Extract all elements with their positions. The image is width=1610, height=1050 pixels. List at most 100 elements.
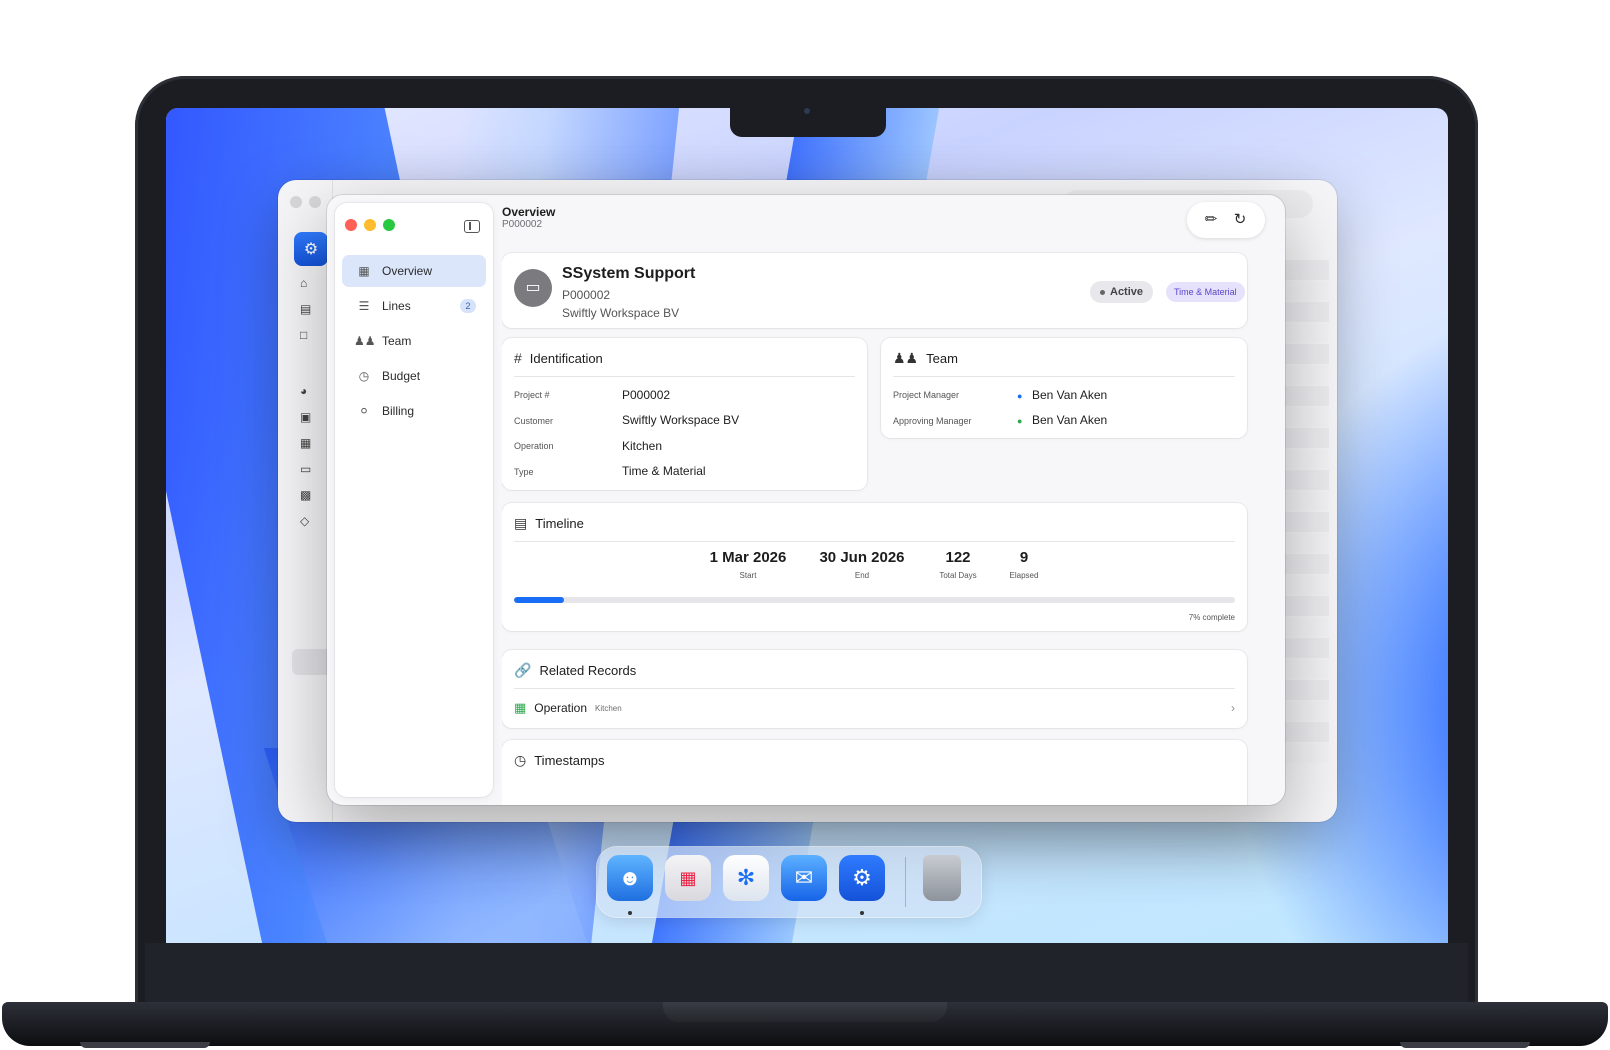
timeline-elapsed: 9 [1019, 549, 1029, 566]
close-button[interactable] [345, 219, 357, 231]
dock: ☻ ▦ ✻ ✉ ⚙ [597, 847, 981, 917]
customer-value: Swiftly Workspace BV [622, 413, 740, 427]
timeline-elapsed-caption: Elapsed [1009, 571, 1039, 580]
timeline-progress-fill [514, 597, 565, 603]
briefcase-icon[interactable]: ▣ [300, 410, 316, 426]
timeline-end-caption: End [854, 571, 870, 580]
launchpad-icon[interactable]: ▦ [665, 855, 711, 901]
project-manager-value[interactable]: ● Ben Van Aken [1017, 388, 1107, 402]
timeline-end: 30 Jun 2026 [819, 549, 905, 566]
status-badge: Active [1090, 281, 1154, 303]
toolbar: ✏ ↻ [1187, 202, 1265, 238]
timeline-card: ▤ Timeline 1 Mar 2026 Start 30 Jun 2026 … [502, 503, 1247, 631]
laptop-foot-left [80, 1042, 210, 1048]
sidebar-item-budget[interactable]: ◷ Budget [342, 360, 486, 392]
operation-label: Operation [514, 441, 554, 451]
building-icon: ▦ [514, 700, 527, 715]
dashboard-icon[interactable]: ◕ [300, 384, 316, 400]
hash-icon: # [514, 350, 522, 366]
sidebar-item-label: Overview [382, 264, 433, 278]
chevron-right-icon: › [1231, 701, 1235, 715]
app-icon[interactable]: ⚙ [839, 855, 885, 901]
team-title: ♟♟ Team [893, 350, 958, 367]
type-value: Time & Material [622, 464, 706, 478]
page-title: Overview [502, 205, 556, 219]
timestamps-card: ◷ Timestamps [502, 740, 1247, 805]
sidebar-item-label: Billing [382, 404, 415, 418]
sidebar-nav: ▦ Overview ☰ Lines 2 ♟♟ Team ◷ Budget ⚪ … [342, 255, 486, 430]
project-customer: Swiftly Workspace BV [562, 306, 680, 320]
bg-sidebar: ⚙ ⌂ ▤ □ ◕ ▣ ▦ ▭ ▩ ◇ [278, 180, 333, 822]
related-records-title-text: Related Records [539, 663, 637, 678]
lines-count-badge: 2 [460, 299, 476, 313]
timestamps-title-text: Timestamps [534, 753, 605, 768]
sidebar-toggle-icon[interactable] [464, 220, 480, 233]
related-record-sub: Kitchen [595, 703, 622, 713]
money-icon[interactable]: ▩ [300, 488, 316, 504]
bg-selected-row [292, 649, 332, 675]
timeline-progress-bar [514, 597, 1235, 603]
type-badge: Time & Material [1166, 282, 1245, 302]
related-records-card: 🔗 Related Records ▦ Operation Kitchen › [502, 650, 1247, 728]
mail-icon[interactable]: ✉ [781, 855, 827, 901]
team-title-text: Team [926, 351, 958, 366]
timeline-start: 1 Mar 2026 [709, 549, 787, 566]
sidebar-item-team[interactable]: ♟♟ Team [342, 325, 486, 357]
app-logo-icon[interactable]: ⚙ [294, 232, 328, 266]
sidebar-item-lines[interactable]: ☰ Lines 2 [342, 290, 486, 322]
project-header-card: ▭ SSystem Support P000002 Swiftly Worksp… [502, 253, 1247, 328]
project-name: SSystem Support [562, 265, 696, 282]
safari-icon[interactable]: ✻ [723, 855, 769, 901]
chat-icon[interactable]: □ [300, 328, 316, 344]
approving-manager-value[interactable]: ● Ben Van Aken [1017, 413, 1107, 427]
link-icon: 🔗 [514, 662, 532, 678]
calendar-icon: ▤ [514, 515, 528, 531]
people-icon: ♟♟ [893, 350, 919, 366]
minimize-button[interactable] [364, 219, 376, 231]
gauge-icon: ◷ [358, 369, 370, 383]
sidebar-item-label: Budget [382, 369, 421, 383]
inbox-icon[interactable]: ▤ [300, 302, 316, 318]
camera-icon [804, 108, 810, 114]
team-card: ♟♟ Team Project Manager ● Ben Van Aken Ap… [881, 338, 1247, 438]
building-icon[interactable]: ▦ [300, 436, 316, 452]
project-number-value: P000002 [622, 388, 671, 402]
person-check-icon: ● [1017, 416, 1023, 426]
page-subtitle: P000002 [502, 219, 543, 230]
project-number: P000002 [562, 288, 611, 302]
timeline-progress-caption: 7% complete [1188, 613, 1235, 622]
person-icon: ● [1017, 391, 1023, 401]
detail-content: ▭ SSystem Support P000002 Swiftly Worksp… [502, 245, 1277, 805]
edit-pencil-icon[interactable]: ✏ [1200, 209, 1222, 231]
home-icon[interactable]: ⌂ [300, 276, 316, 292]
type-label: Type [514, 467, 534, 477]
clock-icon: ◷ [514, 752, 527, 768]
people-icon: ♟♟ [354, 334, 376, 348]
refresh-icon[interactable]: ↻ [1229, 209, 1251, 231]
sidebar-item-billing[interactable]: ⚪ Billing [342, 395, 486, 427]
related-record-label: Operation [534, 701, 587, 715]
folder-icon[interactable]: ▭ [300, 462, 316, 478]
approving-manager-name: Ben Van Aken [1032, 413, 1108, 427]
related-record-operation[interactable]: ▦ Operation Kitchen › [514, 698, 1235, 718]
customer-label: Customer [514, 416, 554, 426]
folder-icon: ▭ [514, 269, 552, 307]
laptop-hinge-notch [663, 1002, 947, 1022]
sidebar-item-label: Team [382, 334, 412, 348]
trash-icon[interactable] [923, 855, 961, 901]
sidebar-item-overview[interactable]: ▦ Overview [342, 255, 486, 287]
identification-title: # Identification [514, 350, 603, 366]
grid-icon: ▦ [358, 264, 370, 278]
project-manager-name: Ben Van Aken [1032, 388, 1108, 402]
project-window: ▦ Overview ☰ Lines 2 ♟♟ Team ◷ Budget ⚪ … [327, 195, 1285, 805]
finder-icon[interactable]: ☻ [607, 855, 653, 901]
related-records-title: 🔗 Related Records [514, 662, 636, 679]
project-number-label: Project # [514, 390, 550, 400]
sidebar: ▦ Overview ☰ Lines 2 ♟♟ Team ◷ Budget ⚪ … [335, 203, 493, 797]
laptop-foot-right [1400, 1042, 1530, 1048]
zoom-button[interactable] [383, 219, 395, 231]
dollar-circle-icon: ⚪ [358, 404, 370, 418]
identification-card: # Identification Project # P000002 Custo… [502, 338, 867, 490]
timeline-title: ▤ Timeline [514, 515, 584, 532]
box-icon[interactable]: ◇ [300, 514, 316, 530]
